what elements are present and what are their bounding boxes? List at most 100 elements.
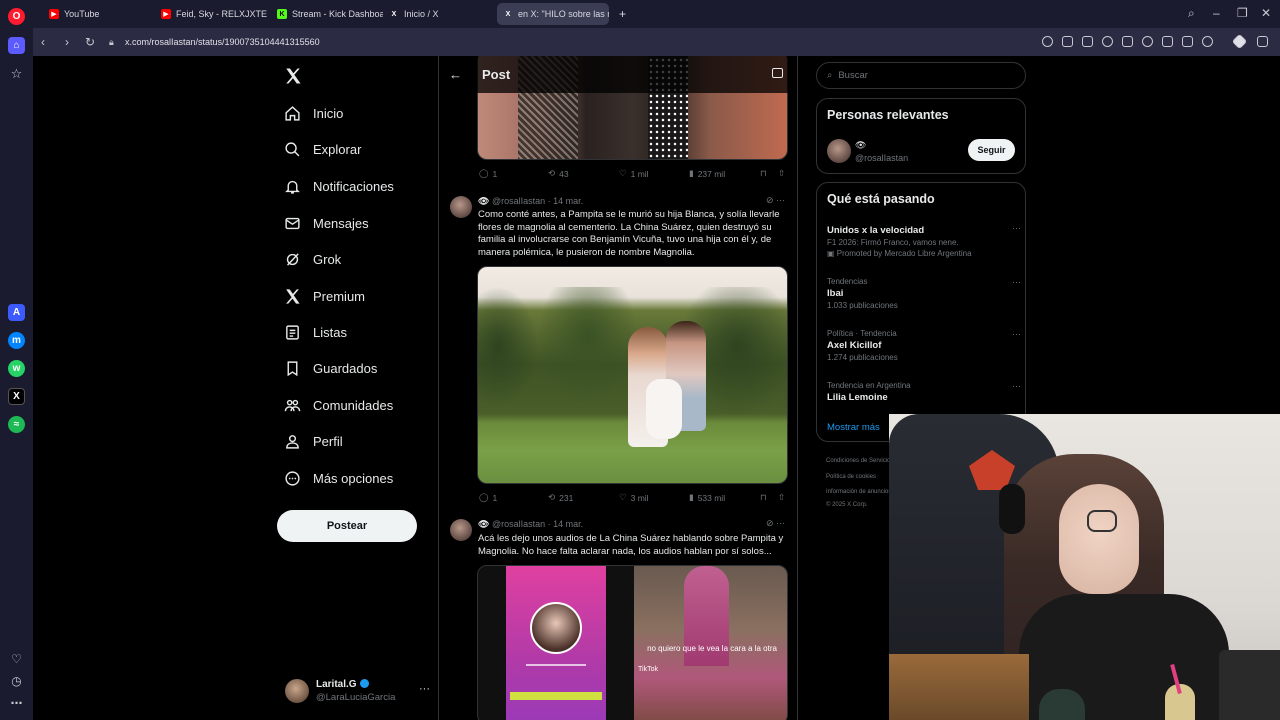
forward-icon[interactable]: › [65, 35, 69, 49]
nav-premium[interactable]: Premium [284, 283, 365, 309]
avatar[interactable] [827, 139, 851, 163]
heart-ext-icon[interactable] [1142, 36, 1153, 47]
bookmark-icon[interactable]: ⊓ [760, 492, 767, 503]
repost-button[interactable]: ⟲ 231 [548, 492, 573, 503]
x-sidebar-icon[interactable]: X [8, 388, 25, 405]
opera-logo-icon[interactable]: O [8, 8, 25, 25]
share-icon[interactable]: ⇧ [778, 492, 785, 503]
footer-link[interactable]: Política de cookies [826, 474, 876, 480]
more-icon[interactable]: ··· [419, 683, 430, 695]
x-logo-icon[interactable] [284, 66, 302, 86]
nav-comunidades[interactable]: Comunidades [284, 392, 393, 418]
avatar[interactable] [450, 196, 472, 218]
trend-item[interactable]: Tendencia en Argentina Lilia Lemoine ··· [827, 381, 1021, 403]
home-icon [285, 105, 300, 121]
search-tabs-icon[interactable]: ⌕ [1188, 6, 1195, 21]
more-icon[interactable]: ··· [1012, 329, 1021, 339]
views-button[interactable]: ▮ 237 mil [689, 168, 725, 179]
post-button[interactable]: Postear [277, 510, 417, 542]
tab-feid[interactable]: ▶ Feid, Sky - RELXJXTE - You [155, 3, 267, 25]
reload-icon[interactable]: ↻ [85, 35, 95, 49]
nav-guardados[interactable]: Guardados [284, 355, 377, 381]
camera-icon[interactable] [1082, 36, 1093, 47]
reply-button[interactable]: ◯ 1 [479, 168, 497, 179]
messenger-icon[interactable]: m [8, 332, 25, 349]
nav-grok[interactable]: Grok [284, 246, 341, 272]
tweet-image[interactable] [477, 266, 788, 484]
menu-icon[interactable] [1182, 36, 1193, 47]
emoji-name: 👁︎ [478, 196, 490, 206]
maximize-icon[interactable]: ❐ [1237, 6, 1248, 20]
whatsapp-icon[interactable]: w [8, 360, 25, 377]
more-icon[interactable]: ··· [1012, 381, 1021, 391]
tab-hilo[interactable]: X en X: "HILO sobre las m [497, 3, 609, 25]
account-name: Larital.G [316, 679, 357, 690]
nav-listas[interactable]: Listas [284, 319, 347, 345]
tweet-tools: ⊘ ··· [766, 518, 785, 529]
edit-icon[interactable] [1062, 36, 1073, 47]
star-icon[interactable]: ☆ [8, 65, 25, 82]
mug [1039, 689, 1085, 720]
tab-youtube[interactable]: ▶ YouTube [43, 3, 155, 25]
glasses [1087, 510, 1117, 532]
extensions-icon[interactable] [1257, 36, 1268, 47]
more-icon[interactable]: ⋯ [8, 694, 25, 711]
history-icon[interactable]: ◷ [8, 672, 25, 689]
tweet-meta: 👁︎ @rosalIastan · 14 mar. [478, 196, 584, 206]
nav-notificaciones[interactable]: Notificaciones [284, 173, 394, 199]
show-more-link[interactable]: Mostrar más [827, 422, 880, 433]
minimize-icon[interactable]: – [1213, 6, 1220, 20]
trend-item[interactable]: Tendencias Ibai 1.033 publicaciones ··· [827, 277, 1021, 310]
spotify-icon[interactable]: ≈ [8, 416, 25, 433]
trend-item[interactable]: Política · Tendencia Axel Kicillof 1.274… [827, 329, 1021, 362]
repost-button[interactable]: ⟲ 43 [548, 168, 569, 179]
zoom-icon[interactable] [1042, 36, 1053, 47]
more-icon[interactable]: ··· [1012, 277, 1021, 287]
close-icon[interactable]: ✕ [1261, 6, 1271, 20]
video-thumbnail[interactable] [506, 566, 606, 720]
footer-link[interactable]: Información de anuncios [826, 489, 891, 495]
views-button[interactable]: ▮ 533 mil [689, 492, 725, 503]
nav-mas-opciones[interactable]: Más opciones [284, 465, 393, 491]
url-field[interactable]: x.com/rosalIastan/status/190073510444131… [125, 37, 320, 47]
more-icon[interactable]: ··· [776, 518, 785, 528]
reply-button[interactable]: ◯ 1 [479, 492, 497, 503]
nav-mensajes[interactable]: Mensajes [284, 210, 369, 236]
back-arrow-icon[interactable]: ← [449, 67, 462, 82]
share-icon[interactable]: ⇧ [778, 168, 785, 179]
like-button[interactable]: ♡ 1 mil [619, 168, 649, 179]
opera-sidebar: O ⌂ ☆ A m w X ≈ ♡ ◷ ⋯ [0, 0, 33, 720]
more-icon[interactable]: ··· [1012, 223, 1021, 233]
nav-explorar[interactable]: Explorar [284, 136, 361, 162]
play-icon[interactable] [1122, 36, 1133, 47]
vpn-icon[interactable] [1231, 33, 1248, 50]
grok-icon[interactable]: ⊘ [766, 195, 774, 205]
face [1059, 484, 1139, 594]
more-icon[interactable]: ··· [776, 195, 785, 205]
shield-icon[interactable] [1102, 36, 1113, 47]
heart-icon[interactable]: ♡ [8, 650, 25, 667]
nav-inicio[interactable]: Inicio [284, 100, 343, 126]
bookmark-icon[interactable]: ⊓ [760, 168, 767, 179]
profile-icon[interactable] [1202, 36, 1213, 47]
new-tab-button[interactable]: + [613, 3, 633, 25]
tab-inicio-x[interactable]: X Inicio / X [383, 3, 493, 25]
back-icon[interactable]: ‹ [41, 35, 45, 49]
search-input[interactable]: ⌕ Buscar [816, 62, 1026, 89]
follow-button[interactable]: Seguir [968, 139, 1015, 161]
like-button[interactable]: ♡ 3 mil [619, 492, 649, 503]
footer-link[interactable]: Condiciones de Servicio [826, 458, 890, 464]
aria-icon[interactable]: A [8, 304, 25, 321]
tweet-media[interactable]: no quiero que le vea la cara a la otra T… [477, 565, 788, 720]
account-switcher[interactable]: Larital.G @LaraLuciaGarcia ··· [285, 677, 430, 707]
trend-item[interactable]: Unidos x la velocidad F1 2026: Firmó Fra… [827, 223, 1021, 258]
video-thumbnail[interactable]: no quiero que le vea la cara a la otra T… [634, 566, 787, 720]
reader-icon[interactable] [772, 68, 783, 78]
tab-kick[interactable]: K Stream - Kick Dashboard [271, 3, 383, 25]
nav-perfil[interactable]: Perfil [284, 428, 343, 454]
grok-icon[interactable]: ⊘ [766, 518, 774, 528]
tweet-meta: 👁︎ @rosalIastan · 14 mar. [478, 519, 584, 529]
download-icon[interactable] [1162, 36, 1173, 47]
avatar[interactable] [450, 519, 472, 541]
home-sidebar-icon[interactable]: ⌂ [8, 37, 25, 54]
